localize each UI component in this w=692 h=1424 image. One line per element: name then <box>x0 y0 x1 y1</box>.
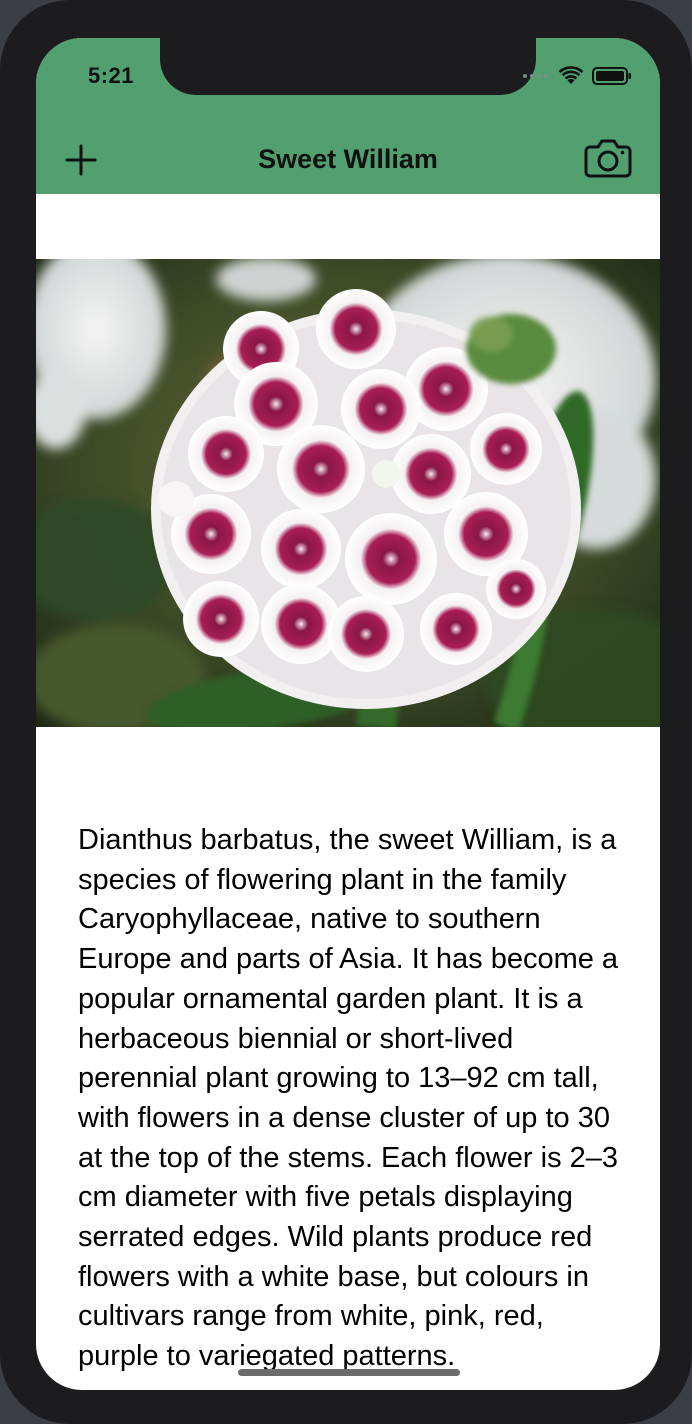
cellular-signal-icon <box>523 74 548 78</box>
status-time: 5:21 <box>88 63 135 88</box>
device-notch <box>160 38 536 95</box>
device-frame: 5:21 Sweet William Dianthus barbatus, th… <box>0 0 692 1424</box>
camera-button[interactable] <box>584 138 632 178</box>
wifi-icon <box>558 66 584 84</box>
plant-photo <box>36 259 660 727</box>
battery-icon <box>592 67 631 85</box>
plant-description: Dianthus barbatus, the sweet William, is… <box>78 824 619 1373</box>
nav-header: 5:21 Sweet William <box>36 38 660 194</box>
page-title: Sweet William <box>258 144 438 174</box>
status-indicators <box>523 66 632 86</box>
app-screen: 5:21 Sweet William Dianthus barbatus, th… <box>36 38 660 1390</box>
home-indicator[interactable] <box>238 1369 460 1376</box>
